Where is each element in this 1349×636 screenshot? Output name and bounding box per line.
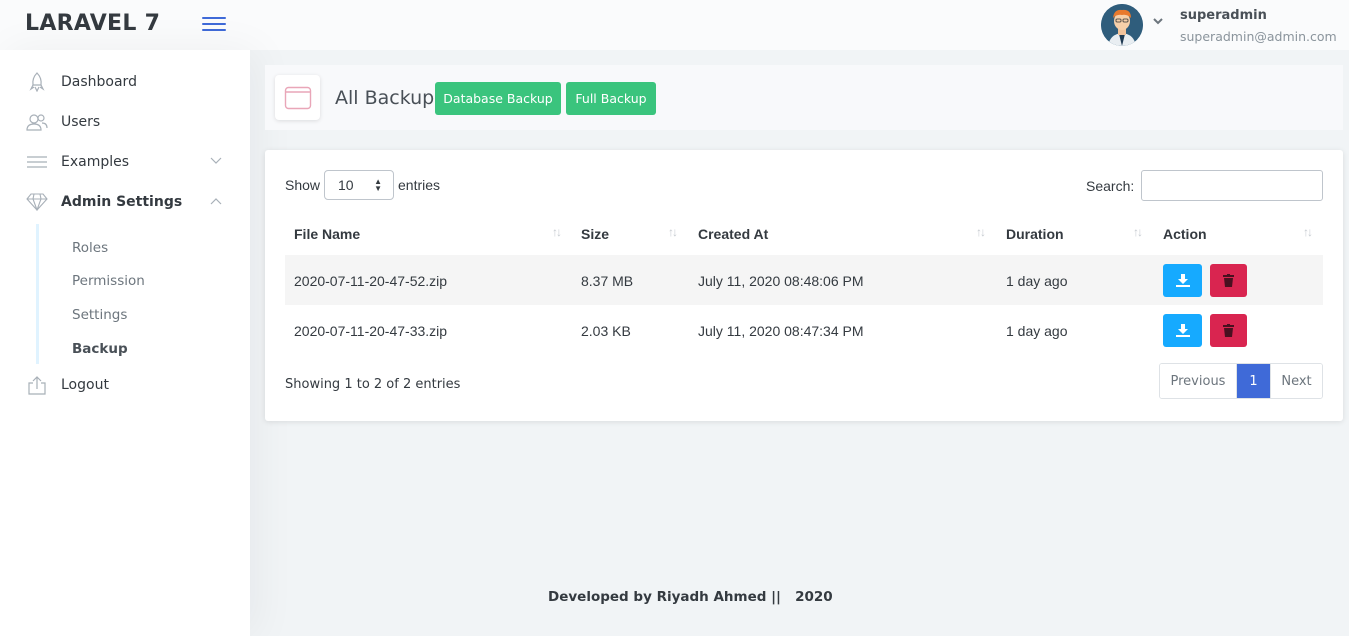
sidebar: Dashboard Users Examples Admin Settings … <box>0 50 250 636</box>
trash-icon <box>1223 324 1234 337</box>
diamond-icon <box>25 192 49 212</box>
column-header-file-name[interactable]: File Name <box>294 226 360 242</box>
delete-button[interactable] <box>1210 314 1247 347</box>
table-row: 2020-07-11-20-47-52.zip 8.37 MB July 11,… <box>285 255 1323 305</box>
show-label: Show <box>285 177 321 193</box>
download-icon <box>1175 274 1190 287</box>
sidebar-item-users[interactable]: Users <box>25 110 100 134</box>
backup-table-card: Show 10 ▲ ▼ entries Search: File Name ↑↓ … <box>265 150 1343 421</box>
chevron-down-icon[interactable] <box>210 156 222 168</box>
top-header: LARAVEL 7 superadmin superadmin@admin.co… <box>0 0 1349 50</box>
file-name-cell: 2020-07-11-20-47-33.zip <box>294 323 448 339</box>
select-arrows-icon: ▲ ▼ <box>374 177 382 193</box>
download-button[interactable] <box>1163 314 1202 347</box>
delete-button[interactable] <box>1210 264 1247 297</box>
pagination: Previous 1 Next <box>1159 363 1323 399</box>
search-input[interactable] <box>1141 170 1323 201</box>
column-header-size[interactable]: Size <box>581 226 609 242</box>
sidebar-item-admin-settings[interactable]: Admin Settings <box>25 190 182 214</box>
page-length-value: 10 <box>338 177 354 193</box>
sidebar-item-dashboard[interactable]: Dashboard <box>25 70 137 94</box>
page-title-bar: All Backup Database Backup Full Backup <box>265 65 1343 130</box>
column-header-created-at[interactable]: Created At <box>698 226 768 242</box>
sidebar-subitem-settings[interactable]: Settings <box>72 307 127 323</box>
brand-logo[interactable]: LARAVEL 7 <box>25 11 160 36</box>
sort-icon[interactable]: ↑↓ <box>1303 225 1313 239</box>
footer-credit: Developed by Riyadh Ahmed || 2020 <box>548 589 833 605</box>
trash-icon <box>1223 274 1234 287</box>
database-backup-button[interactable]: Database Backup <box>435 82 561 115</box>
download-button[interactable] <box>1163 264 1202 297</box>
size-cell: 8.37 MB <box>581 273 634 289</box>
entries-label: entries <box>398 177 441 193</box>
download-icon <box>1175 324 1190 337</box>
sort-icon[interactable]: ↑↓ <box>976 225 986 239</box>
user-email: superadmin@admin.com <box>1180 29 1337 44</box>
sidebar-item-label: Dashboard <box>61 74 137 90</box>
sidebar-item-label: Examples <box>61 154 130 170</box>
rocket-icon <box>25 72 49 92</box>
window-icon <box>275 75 320 120</box>
duration-cell: 1 day ago <box>1006 323 1068 339</box>
submenu-indicator-line <box>36 224 39 364</box>
table-row: 2020-07-11-20-47-33.zip 2.03 KB July 11,… <box>285 305 1323 355</box>
sort-icon[interactable]: ↑↓ <box>552 225 562 239</box>
page-length-select[interactable]: 10 ▲ ▼ <box>324 170 394 200</box>
column-header-duration[interactable]: Duration <box>1006 226 1064 242</box>
table-info: Showing 1 to 2 of 2 entries <box>285 377 461 392</box>
next-page-button[interactable]: Next <box>1270 364 1322 398</box>
sidebar-item-label: Admin Settings <box>61 194 183 210</box>
sidebar-subitem-roles[interactable]: Roles <box>72 240 108 256</box>
column-header-action[interactable]: Action <box>1163 226 1207 242</box>
sidebar-subitem-backup[interactable]: Backup <box>72 341 128 357</box>
created-at-cell: July 11, 2020 08:48:06 PM <box>698 273 864 289</box>
user-name[interactable]: superadmin <box>1180 8 1267 23</box>
page-1-button[interactable]: 1 <box>1237 364 1270 398</box>
sidebar-item-label: Logout <box>61 377 109 393</box>
size-cell: 2.03 KB <box>581 323 631 339</box>
previous-page-button[interactable]: Previous <box>1160 364 1237 398</box>
chevron-up-icon[interactable] <box>210 196 222 208</box>
sort-icon[interactable]: ↑↓ <box>668 225 678 239</box>
page-title: All Backup <box>335 87 435 109</box>
duration-cell: 1 day ago <box>1006 273 1068 289</box>
sidebar-item-examples[interactable]: Examples <box>25 150 129 174</box>
created-at-cell: July 11, 2020 08:47:34 PM <box>698 323 864 339</box>
menu-toggle-icon[interactable] <box>202 16 226 33</box>
full-backup-button[interactable]: Full Backup <box>566 82 656 115</box>
users-icon <box>25 112 49 132</box>
sidebar-subitem-permission[interactable]: Permission <box>72 273 145 289</box>
user-avatar[interactable] <box>1101 4 1143 46</box>
list-icon <box>25 152 49 172</box>
sidebar-item-logout[interactable]: Logout <box>25 373 109 397</box>
search-label: Search: <box>1086 178 1135 194</box>
file-name-cell: 2020-07-11-20-47-52.zip <box>294 273 448 289</box>
logout-icon <box>25 375 49 395</box>
chevron-down-icon[interactable] <box>1153 14 1163 28</box>
sidebar-item-label: Users <box>61 114 101 130</box>
sort-icon[interactable]: ↑↓ <box>1133 225 1143 239</box>
